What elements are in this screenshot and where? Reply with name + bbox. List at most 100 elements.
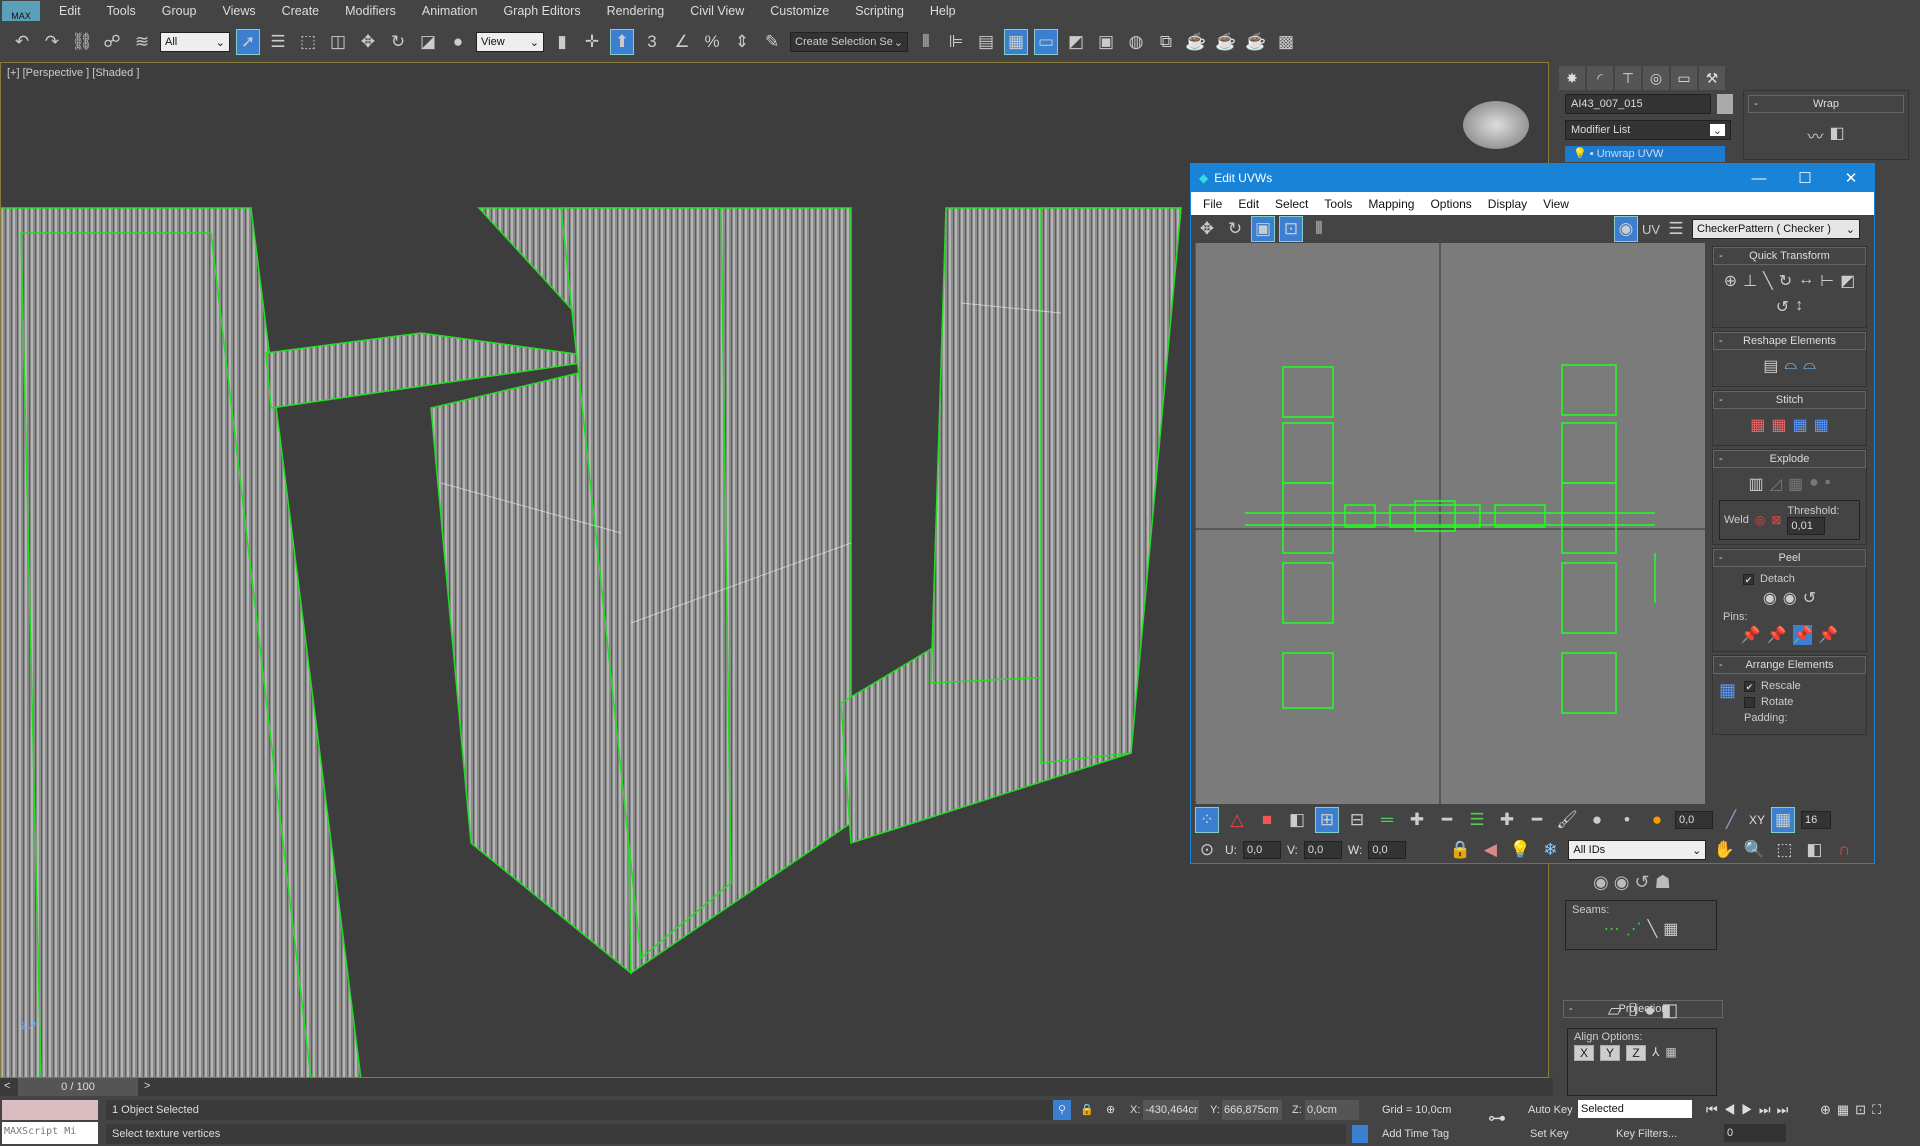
frame-indicator[interactable]: 0 / 100 (18, 1078, 138, 1096)
uvw-menu-file[interactable]: File (1195, 197, 1230, 211)
redo-icon[interactable]: ↷ (40, 29, 64, 55)
create-tab-icon[interactable]: ✸ (1559, 66, 1585, 90)
spline-icon[interactable]: 〰 (1807, 123, 1823, 147)
x-coordinate-field[interactable]: -430,464cr (1143, 1100, 1199, 1120)
stitch-to-target-icon[interactable]: ▦ (1750, 415, 1765, 435)
align-y-button[interactable]: Y (1600, 1045, 1620, 1061)
cylindrical-map-icon[interactable]: ⌷ (1628, 1000, 1639, 1021)
stitch-custom-icon[interactable]: ▦ (1814, 415, 1829, 435)
edit-named-sets-icon[interactable]: ✎ (760, 29, 784, 55)
ring-grow-icon[interactable]: ✚ (1495, 807, 1519, 833)
minimize-button[interactable]: — (1736, 170, 1782, 187)
element-mode-icon[interactable]: ◧ (1285, 807, 1309, 833)
app-logo[interactable]: MAX (2, 1, 40, 21)
ring-shrink-icon[interactable]: ━ (1525, 807, 1549, 833)
quick-transform-header[interactable]: - Quick Transform (1713, 247, 1866, 265)
current-frame-field[interactable]: 0 (1724, 1124, 1786, 1142)
w-spinner[interactable]: 0,0 (1368, 841, 1407, 859)
pin-selected-icon[interactable]: 📌 (1741, 625, 1761, 645)
freeze-icon[interactable]: ❄ (1538, 837, 1562, 863)
curve-editor-icon[interactable]: ◩ (1064, 29, 1088, 55)
named-selection-sets[interactable]: Create Selection Se ⌄ (790, 32, 908, 52)
straighten-selection-icon[interactable]: ▤ (1763, 356, 1778, 376)
menu-views[interactable]: Views (209, 4, 268, 18)
bind-space-warp-icon[interactable]: ≋ (130, 29, 154, 55)
uv-scale-icon[interactable]: ▣ (1251, 216, 1275, 242)
set-pivot-icon[interactable]: ⊕ (1724, 271, 1737, 291)
falloff-space-label[interactable]: XY (1749, 813, 1765, 827)
soft-falloff-spinner[interactable]: 0,0 (1675, 811, 1713, 829)
uv-editor-canvas[interactable] (1195, 243, 1705, 804)
next-frame-icon[interactable]: > (144, 1080, 150, 1092)
undo-icon[interactable]: ↶ (10, 29, 34, 55)
hide-icon[interactable]: ◀ (1478, 837, 1502, 863)
explode-header[interactable]: - Explode (1713, 450, 1866, 468)
uvw-menu-options[interactable]: Options (1422, 197, 1479, 211)
select-by-name-icon[interactable]: ☰ (266, 29, 290, 55)
select-object-icon[interactable]: ➚ (236, 29, 260, 55)
menu-create[interactable]: Create (269, 4, 333, 18)
mirror-icon[interactable]: ⫴ (914, 29, 938, 55)
uvw-menu-view[interactable]: View (1535, 197, 1577, 211)
peel-mode-icon[interactable]: ◉ (1614, 872, 1630, 892)
layer-explorer-icon[interactable]: ▦ (1004, 29, 1028, 55)
object-color-swatch[interactable] (1717, 94, 1733, 114)
spinner-snap-icon[interactable]: ⇕ (730, 29, 754, 55)
loop-grow-icon[interactable]: ✚ (1405, 807, 1429, 833)
tension-icon[interactable]: ☗ (1655, 872, 1671, 892)
auto-key-button[interactable]: Auto Key (1528, 1104, 1573, 1116)
render-iterative-icon[interactable]: ☕ (1244, 29, 1268, 55)
absolute-offset-icon[interactable]: ⊙ (1195, 837, 1219, 863)
align-horizontal-icon[interactable]: ⊥ (1743, 271, 1757, 291)
menu-scripting[interactable]: Scripting (842, 4, 917, 18)
add-time-tag[interactable]: Add Time Tag (1382, 1128, 1449, 1140)
stitch-header[interactable]: - Stitch (1713, 391, 1866, 409)
align-to-view-icon[interactable]: ▦ (1665, 1045, 1676, 1061)
selection-lock-icon[interactable]: 🔒 (1080, 1103, 1094, 1116)
point-to-point-seam-icon[interactable]: ⋯ (1604, 919, 1620, 939)
key-filters-button[interactable]: Key Filters... (1616, 1128, 1677, 1140)
v-spinner[interactable]: 0,0 (1303, 841, 1342, 859)
relax-until-flat-icon[interactable]: ⌓ (1784, 356, 1797, 376)
seam-to-edge-icon[interactable]: ╲ (1648, 919, 1658, 939)
flatten-by-smoothing-icon[interactable]: ● (1809, 474, 1819, 494)
planar-map-icon[interactable]: ▱ (1608, 1000, 1622, 1021)
stack-item-unwrap-uvw[interactable]: 💡 ▪ Unwrap UVW (1565, 146, 1725, 162)
uv-rotate-icon[interactable]: ↻ (1223, 216, 1247, 242)
scene-explorer-icon[interactable]: ▤ (974, 29, 998, 55)
y-coordinate-field[interactable]: 666,875cm (1222, 1100, 1282, 1120)
unpin-icon[interactable]: 📌 (1767, 625, 1787, 645)
menu-customize[interactable]: Customize (757, 4, 842, 18)
weld-selected-icon[interactable]: ⊠ (1771, 513, 1781, 527)
stitch-to-source-icon[interactable]: ▦ (1793, 415, 1808, 435)
flatten-by-angle-icon[interactable]: ◿ (1770, 474, 1782, 494)
uv-mirror-icon[interactable]: ⫴ (1307, 216, 1331, 242)
material-ids-dropdown[interactable]: All IDs ⌄ (1568, 840, 1707, 860)
angle-snap-icon[interactable]: ∠ (670, 29, 694, 55)
menu-help[interactable]: Help (917, 4, 969, 18)
place-icon[interactable]: ● (446, 29, 470, 55)
spherical-map-icon[interactable]: ● (1644, 1000, 1655, 1021)
quick-peel-icon[interactable]: ◉ (1593, 872, 1609, 892)
texture-list-icon[interactable]: ☰ (1664, 216, 1688, 242)
edge-sel-to-seam-icon[interactable]: ⋰ (1626, 919, 1642, 939)
stitch-average-icon[interactable]: ▦ (1771, 415, 1786, 435)
maxscript-mini-input[interactable]: MAXScript Mi (2, 1122, 98, 1144)
modify-tab-icon[interactable]: ◜ (1587, 66, 1613, 90)
uvw-menu-edit[interactable]: Edit (1230, 197, 1267, 211)
rendered-frame-icon[interactable]: ☕ (1184, 29, 1208, 55)
best-align-icon[interactable]: ⅄ (1652, 1045, 1659, 1061)
pack-custom-icon[interactable]: ▦ (1719, 680, 1736, 724)
snap-icon[interactable]: 3 (640, 29, 664, 55)
menu-graph-editors[interactable]: Graph Editors (490, 4, 593, 18)
rect-selection-icon[interactable]: ⬚ (296, 29, 320, 55)
display-tab-icon[interactable]: ▭ (1671, 66, 1697, 90)
menu-modifiers[interactable]: Modifiers (332, 4, 409, 18)
scale-icon[interactable]: ◪ (416, 29, 440, 55)
u-spinner[interactable]: 0,0 (1243, 841, 1281, 859)
render-cloud-icon[interactable]: ▩ (1274, 29, 1298, 55)
align-z-button[interactable]: Z (1626, 1045, 1646, 1061)
shrink-selection-icon[interactable]: ⊟ (1345, 807, 1369, 833)
target-weld-icon[interactable]: ◎ (1755, 513, 1765, 527)
isolate-selection-icon[interactable]: ⚲ (1053, 1100, 1071, 1120)
